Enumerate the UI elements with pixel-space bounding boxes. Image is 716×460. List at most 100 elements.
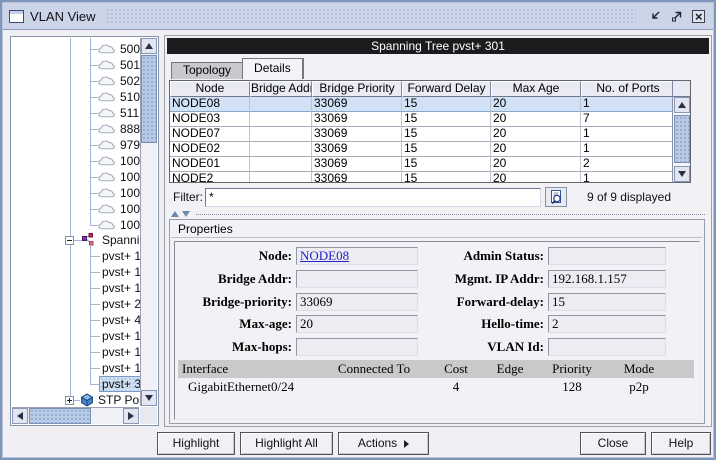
- table-row[interactable]: NODE033306915207: [170, 112, 672, 127]
- cell-ports: 7: [581, 112, 672, 127]
- tree-item-spanning-tree[interactable]: Spannin: [12, 232, 140, 248]
- vlan-tree-panel: 500 501 502 510 511 888 979 1000 1002 10…: [10, 36, 159, 426]
- filter-input[interactable]: [205, 188, 541, 207]
- highlight-button-label: Highlight: [173, 433, 220, 454]
- tab-details[interactable]: Details: [242, 58, 304, 79]
- interface-row[interactable]: GigabitEthernet0/24 4 128 p2p: [178, 378, 694, 397]
- column-header-edge[interactable]: Edge: [482, 360, 538, 378]
- table-row[interactable]: NODE083306915201: [170, 97, 672, 112]
- tree-item-vlan[interactable]: 511: [12, 105, 140, 121]
- tree-hscroll-thumb[interactable]: [29, 408, 91, 424]
- tree-item-vlan[interactable]: 1003: [12, 185, 140, 201]
- cell-bridge-addr: [250, 112, 312, 127]
- tree-vertical-scrollbar[interactable]: [140, 38, 157, 406]
- table-row[interactable]: NODE073306915201: [170, 127, 672, 142]
- tree-item-pvst[interactable]: pvst+ 16: [12, 360, 140, 376]
- tree-item-vlan[interactable]: 1004: [12, 201, 140, 217]
- scroll-right-icon[interactable]: [123, 408, 139, 424]
- column-header-cost[interactable]: Cost: [430, 360, 482, 378]
- scroll-down-icon[interactable]: [141, 390, 157, 406]
- tree-item-pvst[interactable]: pvst+ 43: [12, 312, 140, 328]
- tree-item-pvst[interactable]: pvst+ 10: [12, 264, 140, 280]
- tree-item-pvst-selected[interactable]: pvst+ 30: [12, 376, 140, 392]
- max-age-label: Max-age:: [178, 316, 292, 332]
- column-header-connected-to[interactable]: Connected To: [318, 360, 430, 378]
- scroll-left-icon[interactable]: [12, 408, 28, 424]
- cell-forward-delay: 15: [402, 142, 491, 157]
- tree-horizontal-scrollbar[interactable]: [12, 407, 139, 424]
- table-row[interactable]: NODE023306915201: [170, 142, 672, 157]
- minimize-icon[interactable]: [647, 7, 665, 25]
- tree-item-pvst[interactable]: pvst+ 12: [12, 280, 140, 296]
- tree-item-pvst[interactable]: pvst+ 1: [12, 248, 140, 264]
- vlan-cloud-icon: [97, 43, 116, 55]
- table-vertical-scrollbar[interactable]: [672, 97, 690, 182]
- collapse-expander-icon[interactable]: [65, 236, 74, 245]
- table-row[interactable]: NODE013306915202: [170, 157, 672, 172]
- tree-item-vlan[interactable]: 501: [12, 57, 140, 73]
- tree-item-vlan[interactable]: 1002: [12, 169, 140, 185]
- tab-topology[interactable]: Topology: [171, 62, 243, 79]
- admin-status-field: [548, 247, 666, 265]
- column-header-no-of-ports[interactable]: No. of Ports: [581, 81, 674, 97]
- cell-node: NODE07: [170, 127, 250, 142]
- tree-item-vlan[interactable]: 1000: [12, 153, 140, 169]
- help-button[interactable]: Help: [651, 432, 711, 455]
- highlight-all-button[interactable]: Highlight All: [240, 432, 333, 455]
- scroll-up-icon[interactable]: [674, 97, 690, 113]
- cell-max-age: 20: [491, 127, 581, 142]
- table-header-corner: [672, 81, 690, 97]
- scroll-down-icon[interactable]: [674, 166, 690, 182]
- cell-edge: [482, 378, 538, 397]
- tree-item-pvst[interactable]: pvst+ 12: [12, 328, 140, 344]
- bridge-priority-field: 33069: [296, 293, 418, 311]
- highlight-button[interactable]: Highlight: [157, 432, 235, 455]
- tree-item-vlan[interactable]: 500: [12, 41, 140, 57]
- tree-item-vlan[interactable]: 502: [12, 73, 140, 89]
- expand-expander-icon[interactable]: [65, 396, 74, 405]
- tree-vscroll-thumb[interactable]: [141, 55, 157, 143]
- max-hops-label: Max-hops:: [178, 339, 292, 355]
- table-vscroll-thumb[interactable]: [674, 115, 690, 163]
- tree-item-vlan[interactable]: 1005: [12, 217, 140, 233]
- cell-node: NODE03: [170, 112, 250, 127]
- actions-button[interactable]: Actions: [338, 432, 429, 455]
- table-row[interactable]: NODE23306915201: [170, 172, 672, 182]
- close-window-icon[interactable]: [689, 7, 707, 25]
- column-header-bridge-addr[interactable]: Bridge Addr: [250, 81, 312, 97]
- column-header-priority[interactable]: Priority: [538, 360, 606, 378]
- maximize-icon[interactable]: [668, 7, 686, 25]
- column-header-bridge-priority[interactable]: Bridge Priority: [312, 81, 402, 97]
- tree-item-vlan[interactable]: 510: [12, 89, 140, 105]
- forward-delay-field: 15: [548, 293, 666, 311]
- splitter-up-icon[interactable]: [171, 211, 179, 217]
- mgmt-ip-field: 192.168.1.157: [548, 270, 666, 288]
- close-button[interactable]: Close: [580, 432, 646, 455]
- filter-bar: Filter: 9 of 9 displayed: [169, 186, 705, 208]
- column-header-max-age[interactable]: Max Age: [491, 81, 581, 97]
- tree-item-label: 1000: [120, 153, 140, 169]
- vlan-cloud-icon: [97, 59, 116, 71]
- column-header-interface[interactable]: Interface: [178, 360, 318, 378]
- scroll-up-icon[interactable]: [141, 38, 157, 54]
- cell-bridge-priority: 33069: [312, 127, 402, 142]
- node-link[interactable]: NODE08: [300, 248, 349, 263]
- tree-item-stp-ports[interactable]: STP Por: [12, 392, 140, 407]
- vlan-id-field: [548, 338, 666, 356]
- column-header-mode[interactable]: Mode: [606, 360, 672, 378]
- cell-node: NODE08: [170, 97, 250, 112]
- tree-item-pvst[interactable]: pvst+ 22: [12, 296, 140, 312]
- vlan-cloud-icon: [97, 91, 116, 103]
- window-titlebar[interactable]: VLAN View: [3, 3, 713, 30]
- column-header-forward-delay[interactable]: Forward Delay: [402, 81, 491, 97]
- tree-item-vlan[interactable]: 888: [12, 121, 140, 137]
- split-pane-divider[interactable]: [169, 210, 705, 218]
- column-header-node[interactable]: Node: [170, 81, 250, 97]
- filter-search-icon[interactable]: [545, 187, 567, 207]
- tree-item-pvst[interactable]: pvst+ 12: [12, 344, 140, 360]
- cell-ports: 2: [581, 157, 672, 172]
- cell-max-age: 20: [491, 157, 581, 172]
- interface-table: Interface Connected To Cost Edge Priorit…: [178, 360, 694, 397]
- splitter-down-icon[interactable]: [182, 211, 190, 217]
- tree-item-vlan[interactable]: 979: [12, 137, 140, 153]
